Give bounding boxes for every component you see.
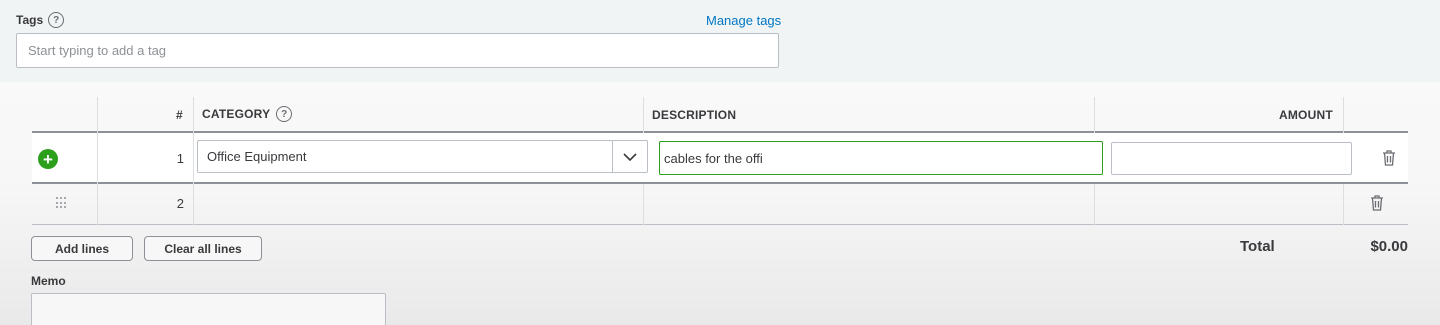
column-divider (97, 133, 98, 184)
tags-label-group: Tags ? (16, 12, 65, 28)
manage-tags-link[interactable]: Manage tags (706, 13, 781, 28)
column-divider (1094, 184, 1095, 225)
category-select[interactable]: Office Equipment (197, 140, 648, 173)
total-label: Total (1240, 238, 1275, 255)
help-icon[interactable]: ? (48, 12, 65, 28)
header-category: CATEGORY (202, 107, 271, 121)
memo-label: Memo (31, 274, 66, 288)
tags-input[interactable] (16, 33, 779, 68)
column-divider (1343, 97, 1344, 133)
header-description: DESCRIPTION (652, 108, 737, 122)
chevron-down-icon[interactable] (612, 141, 647, 172)
column-divider (193, 184, 194, 225)
header-category-group: CATEGORY ? (202, 106, 293, 122)
amount-input[interactable] (1111, 142, 1352, 175)
category-value: Office Equipment (207, 149, 307, 164)
trash-icon[interactable] (1370, 195, 1384, 211)
column-divider (1343, 184, 1344, 225)
drag-handle-icon[interactable] (56, 197, 68, 209)
table-row[interactable] (32, 184, 1408, 225)
add-row-plus-icon[interactable]: + (38, 149, 58, 169)
clear-all-lines-button[interactable]: Clear all lines (144, 236, 262, 261)
column-divider (643, 184, 644, 225)
row-number: 2 (176, 196, 184, 211)
memo-field[interactable] (31, 293, 386, 325)
description-input[interactable] (659, 141, 1103, 175)
header-amount: AMOUNT (1279, 108, 1333, 122)
header-number: # (176, 108, 183, 122)
total-value: $0.00 (1370, 238, 1408, 255)
add-lines-button[interactable]: Add lines (31, 236, 133, 261)
tags-section: Tags ? Manage tags (0, 0, 1440, 82)
column-divider (193, 133, 194, 184)
help-icon[interactable]: ? (276, 106, 293, 122)
column-divider (97, 184, 98, 225)
row-number: 1 (176, 151, 184, 166)
trash-icon[interactable] (1382, 150, 1396, 166)
tags-label: Tags (16, 13, 44, 27)
